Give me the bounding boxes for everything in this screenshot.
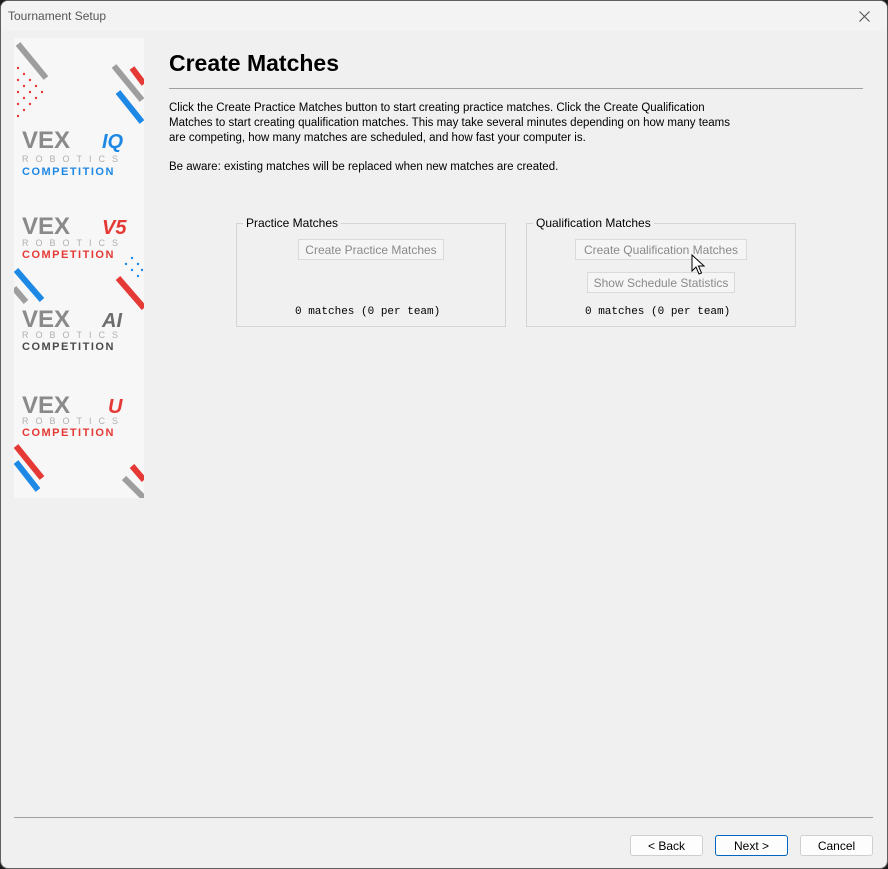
practice-matches-label: Practice Matches [243,216,342,230]
tournament-setup-window: Tournament Setup VEX IQ ROBOTICS COMPETI… [0,0,888,869]
title-divider [169,88,863,89]
window-title: Tournament Setup [8,9,107,23]
vex-u-logo: VEX U ROBOTICS COMPETITION [22,392,125,439]
svg-text:VEX: VEX [22,213,70,240]
vex-iq-logo: VEX IQ ROBOTICS COMPETITION [22,127,125,178]
instructions-text: Click the Create Practice Matches button… [169,101,769,146]
cancel-button[interactable]: Cancel [800,835,873,856]
vex-ai-logo: VEX AI ROBOTICS COMPETITION [22,306,125,353]
vex-v5-logo: VEX V5 ROBOTICS COMPETITION [22,213,127,261]
practice-match-count: 0 matches (0 per team) [295,306,441,318]
close-icon [858,10,870,22]
page-title: Create Matches [169,50,340,76]
practice-matches-group: Practice Matches Create Practice Matches… [236,216,506,327]
svg-text:IQ: IQ [102,131,124,153]
mouse-cursor-icon [691,254,705,275]
svg-text:COMPETITION: COMPETITION [22,249,115,261]
close-button[interactable] [841,1,887,31]
qualification-matches-group: Qualification Matches Create Qualificati… [526,216,796,327]
qualification-match-count: 0 matches (0 per team) [585,306,731,318]
instructions-line: Click the Create Practice Matches button… [169,102,705,114]
back-button[interactable]: < Back [630,835,703,856]
vex-competition-banner: VEX IQ ROBOTICS COMPETITION VEX V5 ROBOT… [14,38,144,498]
svg-text:COMPETITION: COMPETITION [22,341,115,353]
create-qualification-matches-button[interactable]: Create Qualification Matches [575,239,747,260]
svg-text:AI: AI [101,310,122,332]
instructions-line: Matches to start creating qualification … [169,117,731,129]
show-schedule-statistics-button[interactable]: Show Schedule Statistics [587,272,735,293]
svg-text:ROBOTICS: ROBOTICS [22,330,125,340]
svg-text:ROBOTICS: ROBOTICS [22,238,125,248]
warning-text: Be aware: existing matches will be repla… [169,161,559,173]
svg-text:VEX: VEX [22,392,70,419]
svg-text:VEX: VEX [22,306,70,333]
create-practice-matches-button[interactable]: Create Practice Matches [298,239,444,260]
next-button[interactable]: Next > [715,835,788,856]
svg-text:COMPETITION: COMPETITION [22,166,115,178]
instructions-line: are competing, how many matches are sche… [169,132,586,144]
svg-text:U: U [108,396,123,418]
svg-text:ROBOTICS: ROBOTICS [22,416,125,426]
svg-text:COMPETITION: COMPETITION [22,427,115,439]
title-bar[interactable]: Tournament Setup [1,1,887,31]
svg-text:V5: V5 [102,217,127,239]
svg-text:ROBOTICS: ROBOTICS [22,154,125,164]
svg-text:VEX: VEX [22,127,70,154]
qualification-matches-label: Qualification Matches [533,216,654,230]
footer-divider [14,817,873,818]
